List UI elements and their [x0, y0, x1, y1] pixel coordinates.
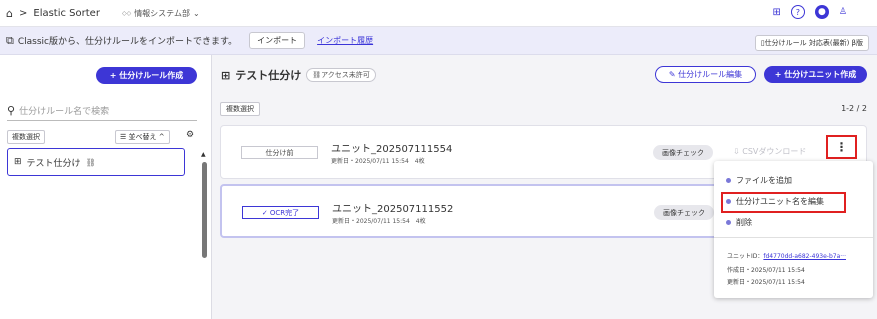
- menu-item-label: ファイルを追加: [736, 176, 792, 185]
- department-label: 情報システム部: [134, 8, 190, 18]
- grid-icon: ⊞: [221, 68, 231, 82]
- department-icon: ◇◇: [121, 9, 132, 17]
- chevron-down-icon: ⌄: [192, 8, 200, 18]
- edit-rule-button[interactable]: ✎ 仕分けルール編集: [655, 66, 756, 83]
- unit-id-row: ユニットID：fd4770dd-a682-493e-b7a···: [727, 251, 846, 260]
- unit-id-label: ユニットID：: [727, 253, 764, 260]
- multi-select-button[interactable]: 複数選択: [7, 130, 45, 144]
- menu-item-add-file[interactable]: ファイルを追加: [726, 175, 792, 186]
- top-bar: ⌂ > Elastic Sorter ◇◇ 情報システム部 ⌄ ⊞ ? ● ♙: [0, 0, 877, 27]
- compat-table-button[interactable]: ▯仕分けルール 対応表(最新) β版: [754, 35, 869, 51]
- page-title-text: テスト仕分け: [235, 69, 302, 82]
- delete-icon: [726, 220, 731, 225]
- pagination: 1-2 / 2: [841, 104, 867, 113]
- download-icon: ⇩: [733, 147, 740, 156]
- access-badge[interactable]: ⛓アクセス未許可: [306, 68, 376, 82]
- scroll-up-arrow[interactable]: ▲: [201, 151, 206, 158]
- unit-id-link[interactable]: fd4770dd-a682-493e-b7a···: [763, 253, 846, 260]
- compat-table-label: 仕分けルール 対応表(最新) β版: [764, 39, 863, 47]
- multi-select-button[interactable]: 複数選択: [220, 102, 260, 116]
- create-rule-button[interactable]: + 仕分けルール作成: [96, 67, 197, 84]
- sidebar: + 仕分けルール作成 ⚲ 仕分けルール名で検索 複数選択 ☰ 並べ替え ^ ⚙ …: [0, 55, 212, 319]
- image-check-button[interactable]: 画像チェック: [653, 145, 713, 160]
- status-badge: 仕分け前: [241, 146, 318, 159]
- context-menu: ファイルを追加 仕分けユニット名を編集 削除 ユニットID：fd4770dd-a…: [714, 161, 873, 298]
- access-label: アクセス未許可: [321, 71, 370, 79]
- sidebar-item-test-rule[interactable]: ⊞ テスト仕分け ⛓: [7, 148, 185, 176]
- sort-label: 並べ替え ^: [128, 133, 165, 141]
- help-icon[interactable]: ?: [790, 5, 805, 19]
- menu-item-rename-unit[interactable]: 仕分けユニット名を編集: [726, 196, 824, 207]
- scrollbar[interactable]: [202, 162, 207, 258]
- menu-item-label: 削除: [736, 218, 752, 227]
- search-placeholder: 仕分けルール名で検索: [19, 106, 110, 117]
- csv-label: CSVダウンロード: [742, 147, 807, 156]
- sort-button[interactable]: ☰ 並べ替え ^: [115, 130, 170, 144]
- unit-meta: 更新日・2025/07/11 15:54 4枚: [331, 158, 425, 165]
- notification-icon[interactable]: ●: [814, 5, 829, 19]
- menu-divider: [714, 237, 873, 238]
- image-check-button[interactable]: 画像チェック: [654, 205, 714, 220]
- csv-download-button: ⇩ CSVダウンロード: [733, 146, 806, 157]
- more-options-icon[interactable]: ⋮: [826, 135, 857, 159]
- link-icon: ⛓: [85, 157, 96, 167]
- sidebar-item-label: テスト仕分け: [26, 158, 81, 169]
- created-date: 作成日・2025/07/11 15:54: [727, 267, 805, 274]
- link-icon: ⛓: [312, 71, 322, 79]
- settings-icon[interactable]: ⚙: [186, 130, 194, 140]
- unit-name[interactable]: ユニット_202507111554: [331, 140, 452, 155]
- app-name[interactable]: Elastic Sorter: [33, 8, 100, 19]
- grid-menu-icon[interactable]: ⊞: [773, 7, 781, 18]
- create-unit-button[interactable]: + 仕分けユニット作成: [764, 66, 867, 83]
- page-title: ⊞ テスト仕分け ⛓アクセス未許可: [221, 67, 376, 83]
- sort-icon: ☰: [120, 133, 127, 141]
- updated-date: 更新日・2025/07/11 15:54: [727, 279, 805, 286]
- edit-rule-label: 仕分けルール編集: [678, 70, 743, 79]
- breadcrumb: ⌂ > Elastic Sorter: [6, 7, 100, 20]
- import-history-link[interactable]: インポート履歴: [317, 35, 373, 46]
- import-banner: ⧉ Classic版から、仕分けルールをインポートできます。 インポート インポ…: [0, 27, 877, 55]
- menu-item-label: 仕分けユニット名を編集: [736, 197, 824, 206]
- unit-meta: 更新日・2025/07/11 15:54 4枚: [332, 218, 426, 225]
- unit-name[interactable]: ユニット_202507111552: [332, 200, 453, 215]
- add-file-icon: [726, 178, 731, 183]
- edit-icon: ✎: [668, 70, 676, 79]
- user-icon[interactable]: ♙: [839, 7, 847, 17]
- status-badge: ✓ OCR完了: [242, 206, 319, 219]
- search-icon: ⚲: [7, 103, 16, 117]
- home-icon[interactable]: ⌂: [6, 7, 13, 20]
- banner-message: Classic版から、仕分けルールをインポートできます。: [17, 37, 238, 47]
- import-icon: ⧉: [6, 33, 14, 47]
- import-button[interactable]: インポート: [249, 32, 306, 49]
- rename-icon: [726, 199, 731, 204]
- department-selector[interactable]: ◇◇ 情報システム部 ⌄: [122, 8, 200, 19]
- breadcrumb-separator: >: [18, 7, 28, 19]
- search-input[interactable]: ⚲ 仕分けルール名で検索: [7, 100, 197, 121]
- menu-item-delete[interactable]: 削除: [726, 217, 752, 228]
- grid-icon: ⊞: [14, 157, 22, 167]
